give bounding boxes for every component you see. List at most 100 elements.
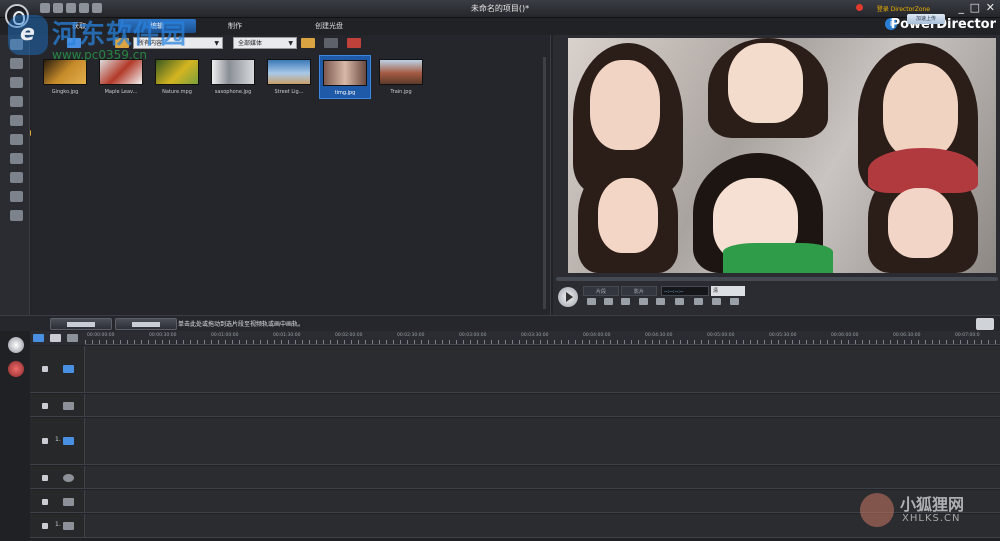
audio-mixing-icon[interactable] bbox=[10, 153, 23, 164]
timecode-display[interactable]: --:--:--:-- bbox=[661, 286, 709, 296]
thumbnail-image bbox=[155, 59, 199, 85]
transition-room-icon[interactable] bbox=[10, 134, 23, 145]
lock-icon[interactable] bbox=[42, 438, 48, 444]
watermark-url: www.pc0359.cn bbox=[52, 48, 147, 62]
music-icon bbox=[63, 522, 74, 530]
corner-watermark-title: 小狐狸网 bbox=[900, 495, 965, 514]
preview-panel: 片段 影片 --:--:--:-- 清 bbox=[553, 35, 1000, 315]
quality-dropdown[interactable]: 清 bbox=[711, 286, 745, 296]
effect-icon bbox=[63, 402, 74, 410]
snapshot-icon[interactable] bbox=[675, 298, 684, 305]
preview-scrubber[interactable] bbox=[556, 277, 998, 281]
play-button[interactable] bbox=[558, 287, 578, 307]
music-track[interactable]: 1. bbox=[30, 514, 1000, 538]
lock-icon[interactable] bbox=[42, 366, 48, 372]
powerdirector-window: 未命名的项目()* 登录 DirectorZone _ □ ✕ i PowerD… bbox=[0, 0, 1000, 541]
thumbnail-image bbox=[267, 59, 311, 85]
effect-track[interactable] bbox=[30, 394, 1000, 417]
minimize-button[interactable]: _ bbox=[959, 2, 965, 14]
particle-room-icon[interactable] bbox=[10, 96, 23, 107]
subtitle-room-icon[interactable] bbox=[10, 210, 23, 221]
media-item-name: Street Lig... bbox=[274, 89, 304, 95]
timeline-ruler[interactable]: 00:00:00:00 00:00:30:00 00:01:00:00 00:0… bbox=[85, 331, 1000, 345]
preview-image bbox=[568, 38, 996, 273]
sort-icon[interactable] bbox=[324, 38, 338, 48]
close-button[interactable]: ✕ bbox=[986, 2, 995, 14]
ruler-label: 00:00:30:00 bbox=[149, 333, 177, 338]
ruler-label: 00:01:30:00 bbox=[273, 333, 301, 338]
track-header: 1. bbox=[30, 514, 85, 537]
media-item-name: Nature.mpg bbox=[162, 89, 192, 95]
media-item-name: timg.jpg bbox=[334, 90, 356, 96]
download-icon[interactable] bbox=[347, 38, 361, 48]
effect-room-icon[interactable] bbox=[10, 58, 23, 69]
track-manager-icon[interactable] bbox=[33, 334, 44, 342]
voice-over-icon[interactable] bbox=[10, 172, 23, 183]
media-item[interactable]: Nature.mpg bbox=[151, 55, 203, 99]
ruler-label: 00:04:00:00 bbox=[583, 333, 611, 338]
lock-icon[interactable] bbox=[42, 499, 48, 505]
voice-track[interactable] bbox=[30, 490, 1000, 513]
tab-create-disc[interactable]: 创建光盘 bbox=[274, 19, 384, 33]
lock-icon[interactable] bbox=[42, 403, 48, 409]
room-strip bbox=[0, 35, 30, 315]
login-link[interactable]: 登录 DirectorZone bbox=[877, 4, 930, 13]
ruler-label: 00:01:00:00 bbox=[211, 333, 239, 338]
fox-logo-icon bbox=[860, 493, 894, 527]
pip-room-icon[interactable] bbox=[10, 77, 23, 88]
track-header bbox=[30, 346, 85, 392]
add-track-icon[interactable] bbox=[67, 334, 78, 342]
storyboard-view-button[interactable] bbox=[50, 318, 112, 330]
ruler-label: 00:03:00:00 bbox=[459, 333, 487, 338]
media-item[interactable]: timg.jpg bbox=[319, 55, 371, 99]
next-frame-icon[interactable] bbox=[639, 298, 648, 305]
chapter-room-icon[interactable] bbox=[10, 191, 23, 202]
media-item[interactable]: saxophone.jpg bbox=[207, 55, 259, 99]
track-header bbox=[30, 490, 85, 512]
watermark-title: 河东软件园 bbox=[52, 20, 188, 50]
tab-produce[interactable]: 制作 bbox=[196, 19, 274, 33]
track-number: 1. bbox=[55, 521, 61, 528]
audio-tool-icon[interactable] bbox=[8, 361, 24, 377]
upload-button[interactable]: 加速上传 bbox=[907, 14, 945, 24]
media-item-name: saxophone.jpg bbox=[214, 89, 252, 95]
display-icon[interactable] bbox=[694, 298, 703, 305]
library-scrollbar[interactable] bbox=[543, 57, 546, 309]
volume-icon[interactable] bbox=[712, 298, 721, 305]
tab-clip[interactable]: 片段 bbox=[583, 286, 619, 296]
fast-forward-icon[interactable] bbox=[656, 298, 665, 305]
scope-dropdown[interactable]: 全部媒体 ▼ bbox=[233, 37, 297, 49]
ruler-label: 00:07:00:0 bbox=[955, 333, 980, 338]
lock-icon[interactable] bbox=[42, 475, 48, 481]
media-item[interactable]: Train.jpg bbox=[375, 55, 427, 99]
title-track[interactable] bbox=[30, 466, 1000, 489]
previous-frame-icon[interactable] bbox=[604, 298, 613, 305]
title-icon bbox=[63, 474, 74, 482]
snap-icon[interactable] bbox=[50, 334, 61, 342]
timeline-toolbar: 单击此处或拖动到选片段至视频轨或画中画轨。 bbox=[0, 315, 1000, 331]
track-header: 1. bbox=[30, 418, 85, 464]
timeline-view-button[interactable] bbox=[115, 318, 177, 330]
tab-movie[interactable]: 影片 bbox=[621, 286, 657, 296]
magic-tool-icon[interactable] bbox=[8, 337, 24, 353]
thumbnail-image bbox=[43, 59, 87, 85]
lock-icon[interactable] bbox=[42, 523, 48, 529]
window-title: 未命名的项目()* bbox=[470, 4, 530, 13]
pip-track[interactable]: 1. bbox=[30, 418, 1000, 465]
ruler-label: 00:03:30:00 bbox=[521, 333, 549, 338]
stop-icon[interactable] bbox=[587, 298, 596, 305]
track-number: 1. bbox=[55, 436, 61, 443]
maximize-button[interactable]: □ bbox=[970, 2, 980, 14]
video-icon bbox=[63, 365, 74, 373]
title-room-icon[interactable] bbox=[10, 115, 23, 126]
video-track[interactable] bbox=[30, 346, 1000, 393]
ruler-label: 00:06:00:00 bbox=[831, 333, 859, 338]
undock-icon[interactable] bbox=[730, 298, 739, 305]
media-item[interactable]: Street Lig... bbox=[263, 55, 315, 99]
split-icon[interactable] bbox=[621, 298, 630, 305]
view-mode-icon[interactable] bbox=[301, 38, 315, 48]
fit-timeline-button[interactable] bbox=[976, 318, 994, 330]
chevron-down-icon: ▼ bbox=[214, 40, 219, 47]
ruler-label: 00:04:30:00 bbox=[645, 333, 673, 338]
directorzone-icon bbox=[856, 4, 863, 11]
